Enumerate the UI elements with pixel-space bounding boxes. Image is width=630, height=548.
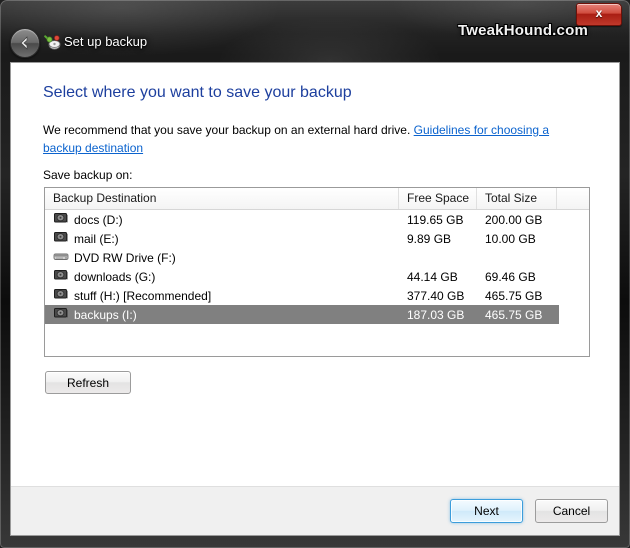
table-row[interactable]: DVD RW Drive (F:) <box>45 248 589 267</box>
column-header-destination[interactable]: Backup Destination <box>45 188 399 209</box>
cell-free-space: 119.65 GB <box>407 212 464 227</box>
cell-destination: mail (E:) <box>45 230 399 247</box>
column-header-spacer[interactable] <box>557 188 589 209</box>
refresh-button[interactable]: Refresh <box>45 371 131 394</box>
cell-free-space: 9.89 GB <box>407 231 452 246</box>
column-header-free-space[interactable]: Free Space <box>399 188 477 209</box>
cancel-button[interactable]: Cancel <box>535 499 608 523</box>
table-row[interactable]: stuff (H:) [Recommended] 377.40 GB 465.75 … <box>45 286 589 305</box>
backup-icon <box>44 35 61 50</box>
hard-drive-icon <box>53 230 74 247</box>
table-row[interactable]: docs (D:) 119.65 GB 200.00 GB <box>45 210 589 229</box>
page-title: Select where you want to save your backu… <box>43 84 352 101</box>
dialog-client-area: Select where you want to save your backu… <box>10 62 620 536</box>
next-button[interactable]: Next <box>450 499 523 523</box>
dvd-drive-icon <box>53 249 74 266</box>
cell-total-size: 465.75 GB <box>485 307 543 322</box>
hard-drive-icon <box>53 268 74 285</box>
table-row[interactable]: downloads (G:) 44.14 GB 69.46 GB <box>45 267 589 286</box>
table-row[interactable]: mail (E:) 9.89 GB 10.00 GB <box>45 229 589 248</box>
cell-total-size: 465.75 GB <box>485 288 543 303</box>
dialog-content: Select where you want to save your backu… <box>11 63 619 487</box>
cell-destination: backups (I:) <box>45 306 399 323</box>
cell-total-size: 200.00 GB <box>485 212 543 227</box>
table-row[interactable]: backups (I:) 187.03 GB 465.75 GB <box>45 305 589 324</box>
destination-name: mail (E:) <box>74 231 119 246</box>
destination-name: docs (D:) <box>74 212 123 227</box>
backup-setup-window: TweakHound.com x Set up backup Select wh… <box>0 0 630 548</box>
window-title: Set up backup <box>64 34 148 49</box>
backup-destination-list[interactable]: Backup Destination Free Space Total Size… <box>44 187 590 357</box>
back-arrow-icon <box>20 36 28 50</box>
save-backup-on-label: Save backup on: <box>43 168 133 182</box>
destination-name: DVD RW Drive (F:) <box>74 250 176 265</box>
cell-destination: DVD RW Drive (F:) <box>45 249 399 266</box>
cell-free-space: 377.40 GB <box>407 288 465 303</box>
hard-drive-icon <box>53 306 74 323</box>
cell-destination: docs (D:) <box>45 211 399 228</box>
destination-name: downloads (G:) <box>74 269 156 284</box>
cell-total-size: 10.00 GB <box>485 231 536 246</box>
description-text: We recommend that you save your backup o… <box>43 123 414 137</box>
watermark-text: TweakHound.com <box>457 22 588 39</box>
back-button[interactable] <box>10 28 40 58</box>
dialog-footer: Next Cancel <box>11 486 619 535</box>
hard-drive-icon <box>53 211 74 228</box>
column-header-total-size[interactable]: Total Size <box>477 188 557 209</box>
page-description: We recommend that you save your backup o… <box>43 121 591 157</box>
cell-total-size: 69.46 GB <box>485 269 536 284</box>
close-button[interactable]: x <box>576 3 622 26</box>
cell-destination: downloads (G:) <box>45 268 399 285</box>
cell-free-space: 187.03 GB <box>407 307 465 322</box>
title-bar: TweakHound.com x Set up backup <box>0 0 630 62</box>
list-header-row: Backup Destination Free Space Total Size <box>45 188 589 210</box>
cell-free-space: 44.14 GB <box>407 269 458 284</box>
hard-drive-icon <box>53 287 74 304</box>
destination-name: stuff (H:) [Recommended] <box>74 288 212 303</box>
list-body: docs (D:) 119.65 GB 200.00 GB mail (E:) 9.89… <box>45 210 589 324</box>
destination-name: backups (I:) <box>74 307 137 322</box>
cell-destination: stuff (H:) [Recommended] <box>45 287 399 304</box>
